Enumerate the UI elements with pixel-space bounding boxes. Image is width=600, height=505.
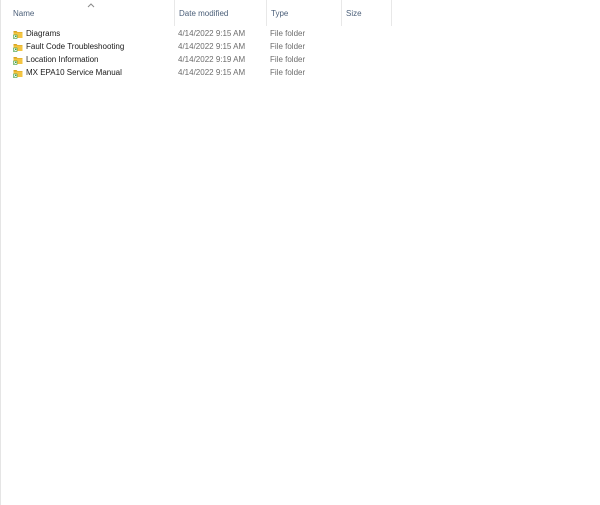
folder-icon: [13, 56, 23, 65]
file-name: Diagrams: [26, 29, 61, 38]
file-date-modified: 4/14/2022 9:15 AM: [178, 29, 246, 38]
file-list-view: Name Date modified Type Size Diagrams 4/…: [0, 0, 600, 505]
file-name-cell[interactable]: Diagrams: [13, 27, 60, 40]
file-row[interactable]: MX EPA10 Service Manual 4/14/2022 9:15 A…: [1, 66, 401, 79]
file-date-modified: 4/14/2022 9:15 AM: [178, 68, 246, 77]
file-type: File folder: [270, 68, 306, 77]
column-header-size[interactable]: Size: [341, 0, 392, 26]
file-row[interactable]: Location Information 4/14/2022 9:19 AM F…: [1, 53, 401, 66]
file-type: File folder: [270, 42, 306, 51]
column-header-type[interactable]: Type: [266, 0, 341, 26]
file-type: File folder: [270, 29, 306, 38]
folder-icon: [13, 43, 23, 52]
file-name: Fault Code Troubleshooting: [26, 42, 125, 51]
file-date-modified: 4/14/2022 9:15 AM: [178, 42, 246, 51]
column-header-row: Name Date modified Type Size: [1, 0, 600, 26]
file-name: MX EPA10 Service Manual: [26, 68, 122, 77]
file-name: Location Information: [26, 55, 99, 64]
file-name-cell[interactable]: Fault Code Troubleshooting: [13, 40, 124, 53]
file-name-cell[interactable]: Location Information: [13, 53, 99, 66]
folder-icon: [13, 30, 23, 39]
column-header-name[interactable]: Name: [9, 0, 173, 26]
file-row[interactable]: Diagrams 4/14/2022 9:15 AM File folder: [1, 27, 401, 40]
column-header-date-modified[interactable]: Date modified: [174, 0, 265, 26]
folder-icon: [13, 69, 23, 78]
file-name-cell[interactable]: MX EPA10 Service Manual: [13, 66, 122, 79]
file-type: File folder: [270, 55, 306, 64]
file-date-modified: 4/14/2022 9:19 AM: [178, 55, 246, 64]
file-row[interactable]: Fault Code Troubleshooting 4/14/2022 9:1…: [1, 40, 401, 53]
file-rows: Diagrams 4/14/2022 9:15 AM File folder F…: [1, 27, 600, 79]
